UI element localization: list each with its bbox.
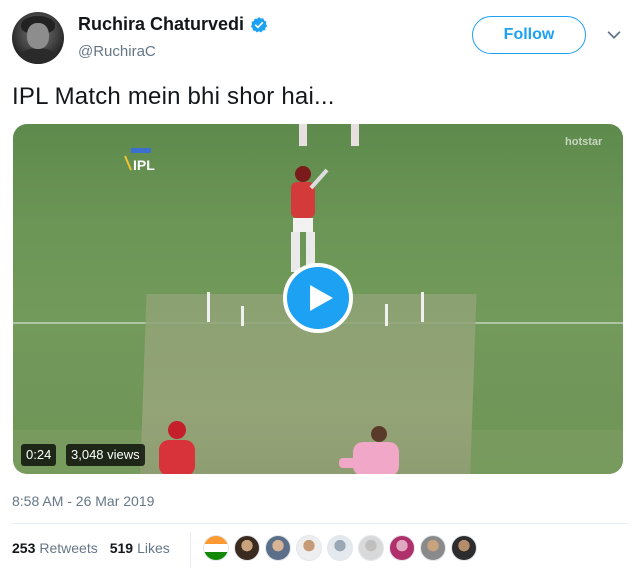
retweets-count[interactable]: 253	[12, 540, 35, 556]
video-views-badge: 3,048 views	[66, 444, 145, 466]
liker-avatar[interactable]	[358, 535, 384, 561]
liker-avatar-flag[interactable]	[203, 535, 229, 561]
likes-count[interactable]: 519	[110, 540, 133, 556]
tweet-card: Ruchira Chaturvedi @RuchiraC Follow IPL …	[0, 0, 640, 578]
ipl-logo: IPL	[124, 148, 155, 173]
name-row: Ruchira Chaturvedi	[78, 14, 268, 35]
play-button[interactable]	[283, 263, 353, 333]
bowler-figure	[339, 426, 399, 474]
liker-avatars	[203, 535, 482, 561]
follow-button[interactable]: Follow	[472, 16, 586, 54]
user-handle[interactable]: @RuchiraC	[78, 43, 156, 60]
fielder-figure	[159, 421, 195, 474]
tweet-timestamp[interactable]: 8:58 AM - 26 Mar 2019	[12, 493, 154, 509]
retweets-label[interactable]: Retweets	[39, 540, 97, 556]
liker-avatar[interactable]	[451, 535, 477, 561]
tweet-text: IPL Match mein bhi shor hai...	[12, 83, 335, 110]
video-duration-badge: 0:24	[21, 444, 57, 466]
divider	[12, 523, 628, 524]
stump	[385, 304, 388, 326]
liker-avatar[interactable]	[327, 535, 353, 561]
liker-avatar[interactable]	[265, 535, 291, 561]
avatar[interactable]	[12, 12, 64, 64]
stump	[241, 306, 244, 326]
liker-avatar[interactable]	[296, 535, 322, 561]
liker-avatar[interactable]	[234, 535, 260, 561]
liker-avatar[interactable]	[389, 535, 415, 561]
ipl-logo-text: IPL	[133, 157, 155, 173]
broadcaster-logo: hotstar	[565, 136, 603, 148]
play-icon	[309, 285, 333, 311]
video-player[interactable]: IPL hotstar 0:24 3,048 views	[13, 124, 623, 474]
likes-label[interactable]: Likes	[137, 540, 170, 556]
stats-separator	[190, 532, 191, 568]
chevron-down-icon[interactable]	[605, 26, 623, 44]
liker-avatar[interactable]	[420, 535, 446, 561]
player-legs-figure	[299, 124, 359, 146]
stump	[207, 292, 210, 322]
avatar-face	[27, 23, 49, 49]
avatar-shoulders	[16, 48, 60, 64]
tweet-stats: 253 Retweets 519 Likes	[12, 540, 182, 556]
stump	[421, 292, 424, 322]
display-name[interactable]: Ruchira Chaturvedi	[78, 14, 244, 35]
verified-badge-icon	[250, 16, 268, 32]
